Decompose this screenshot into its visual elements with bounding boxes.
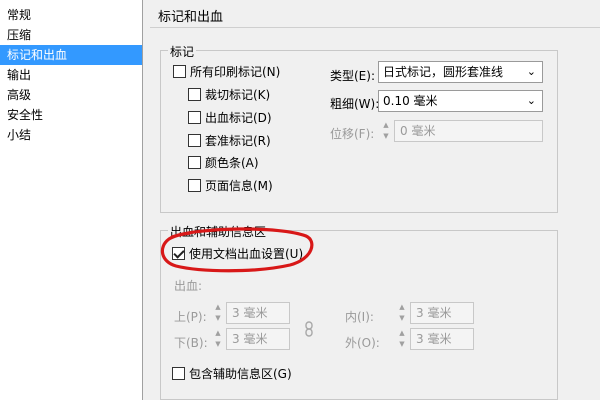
inside-bleed-spinner[interactable]: ▲ ▼ 3 毫米: [396, 302, 474, 324]
include-slug-area-checkbox[interactable]: 包含辅助信息区(G): [172, 366, 292, 382]
offset-value[interactable]: 0 毫米: [394, 120, 543, 142]
sidebar-item-compression[interactable]: 压缩: [0, 25, 142, 45]
checkbox-box[interactable]: [173, 65, 186, 78]
type-value: 日式标记，圆形套准线: [383, 65, 504, 79]
outside-bleed-label: 外(O):: [345, 336, 380, 350]
bleed-marks-label: 出血标记(D): [205, 111, 272, 125]
top-bleed-label: 上(P):: [174, 310, 207, 324]
spinner-arrows-icon[interactable]: ▲ ▼: [212, 328, 224, 350]
spinner-arrows-icon[interactable]: ▲ ▼: [212, 302, 224, 324]
weight-value: 0.10 毫米: [383, 94, 438, 108]
spinner-arrows-icon[interactable]: ▲ ▼: [396, 302, 408, 324]
checkbox-box[interactable]: [188, 179, 201, 192]
type-dropdown[interactable]: 日式标记，圆形套准线 ⌄: [378, 61, 543, 83]
include-slug-area-label: 包含辅助信息区(G): [189, 367, 292, 381]
crop-marks-checkbox[interactable]: 裁切标记(K): [188, 87, 270, 103]
marks-group-title: 标记: [168, 43, 197, 60]
offset-spinner[interactable]: ▲ ▼ 0 毫米: [380, 120, 543, 142]
sidebar: 常规 压缩 标记和出血 输出 高级 安全性 小结: [0, 0, 143, 400]
page-information-label: 页面信息(M): [205, 179, 273, 193]
bottom-bleed-label: 下(B):: [174, 336, 208, 350]
chevron-down-icon: ⌄: [526, 94, 536, 107]
crop-marks-label: 裁切标记(K): [205, 88, 271, 102]
page-information-checkbox[interactable]: 页面信息(M): [188, 178, 273, 194]
outside-bleed-spinner[interactable]: ▲ ▼ 3 毫米: [396, 328, 474, 350]
sidebar-item-output[interactable]: 输出: [0, 65, 142, 85]
type-label: 类型(E):: [330, 69, 375, 83]
color-bars-checkbox[interactable]: 颜色条(A): [188, 155, 259, 171]
sidebar-item-security[interactable]: 安全性: [0, 105, 142, 125]
weight-label: 粗细(W):: [330, 97, 380, 111]
registration-marks-checkbox[interactable]: 套准标记(R): [188, 133, 271, 149]
chevron-down-icon: ⌄: [526, 65, 536, 78]
checkbox-box[interactable]: [188, 156, 201, 169]
page-title: 标记和出血: [158, 10, 224, 25]
color-bars-label: 颜色条(A): [205, 156, 259, 170]
bottom-bleed-value[interactable]: 3 毫米: [226, 328, 290, 350]
bleed-label: 出血:: [174, 279, 203, 293]
sidebar-item-general[interactable]: 常规: [0, 5, 142, 25]
checkbox-box[interactable]: [188, 111, 201, 124]
offset-label: 位移(F):: [330, 127, 375, 141]
bleed-group-title: 出血和辅助信息区: [168, 223, 269, 240]
use-document-bleed-label: 使用文档出血设置(U): [189, 247, 304, 261]
outside-bleed-value[interactable]: 3 毫米: [410, 328, 474, 350]
title-divider: [150, 27, 600, 28]
all-printer-marks-label: 所有印刷标记(N): [190, 65, 281, 79]
checkbox-box[interactable]: [188, 134, 201, 147]
all-printer-marks-checkbox[interactable]: 所有印刷标记(N): [173, 64, 280, 80]
chain-link-icon[interactable]: [304, 321, 314, 337]
sidebar-item-summary[interactable]: 小结: [0, 125, 142, 145]
use-document-bleed-checkbox[interactable]: 使用文档出血设置(U): [172, 246, 303, 262]
checkbox-box[interactable]: [188, 88, 201, 101]
checkbox-box[interactable]: [172, 247, 185, 260]
inside-bleed-value[interactable]: 3 毫米: [410, 302, 474, 324]
sidebar-item-marks-and-bleeds[interactable]: 标记和出血: [0, 45, 142, 65]
top-bleed-spinner[interactable]: ▲ ▼ 3 毫米: [212, 302, 290, 324]
sidebar-item-advanced[interactable]: 高级: [0, 85, 142, 105]
checkbox-box[interactable]: [172, 367, 185, 380]
spinner-arrows-icon[interactable]: ▲ ▼: [396, 328, 408, 350]
bottom-bleed-spinner[interactable]: ▲ ▼ 3 毫米: [212, 328, 290, 350]
bleed-marks-checkbox[interactable]: 出血标记(D): [188, 110, 272, 126]
top-bleed-value[interactable]: 3 毫米: [226, 302, 290, 324]
spinner-arrows-icon[interactable]: ▲ ▼: [380, 120, 392, 142]
inside-bleed-label: 内(I):: [345, 310, 374, 324]
registration-marks-label: 套准标记(R): [205, 134, 271, 148]
weight-dropdown[interactable]: 0.10 毫米 ⌄: [378, 90, 543, 112]
